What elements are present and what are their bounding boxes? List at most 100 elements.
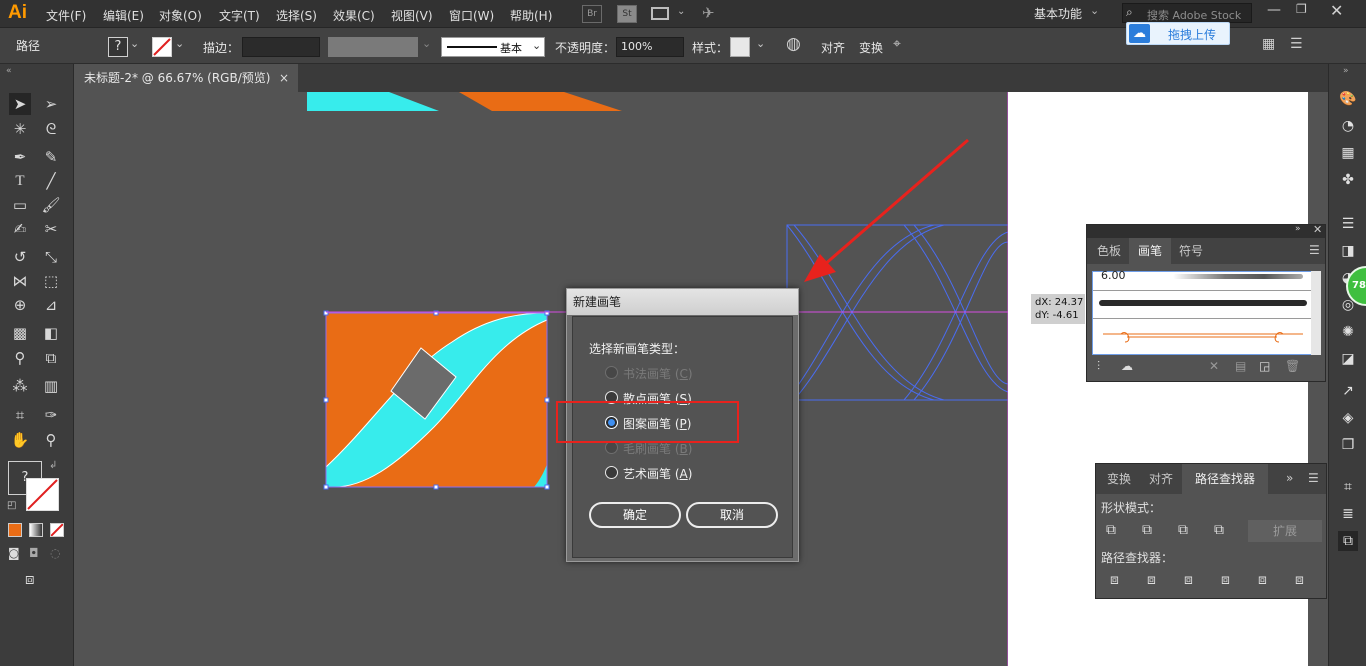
gradient-mode-icon[interactable]	[29, 523, 43, 537]
chevron-down-icon[interactable]: ⌄	[422, 37, 431, 50]
lasso-tool-icon[interactable]: ᘓ	[40, 118, 62, 140]
perspective-grid-tool-icon[interactable]: ⊿	[40, 294, 62, 316]
arrange-icon[interactable]: ▦	[1262, 36, 1275, 52]
pen-tool-icon[interactable]: ✒	[9, 146, 31, 168]
artboard-tool-icon[interactable]: ⌗	[9, 404, 31, 426]
collapse-icon[interactable]: »	[1343, 66, 1349, 76]
brush-options-icon[interactable]: ▤	[1235, 359, 1246, 373]
artboards-panel-icon[interactable]: ❐	[1338, 435, 1358, 455]
magic-wand-tool-icon[interactable]: ✳	[9, 118, 31, 140]
workspace-switcher[interactable]: 基本功能	[1034, 5, 1082, 22]
gpu-performance-icon[interactable]: ✈	[702, 4, 724, 24]
panel-menu-icon[interactable]: ☰	[1309, 243, 1320, 257]
restore-icon[interactable]: ❐	[1296, 2, 1307, 16]
tab-pathfinder[interactable]: 路径查找器	[1182, 464, 1268, 494]
menu-type[interactable]: 文字(T)	[219, 7, 260, 24]
layers-panel-icon[interactable]: ◈	[1338, 408, 1358, 428]
tab-swatches[interactable]: 色板	[1089, 238, 1129, 264]
remove-stroke-icon[interactable]: ✕	[1209, 359, 1219, 373]
intersect-icon[interactable]: ⧉	[1178, 522, 1188, 538]
close-icon[interactable]: ✕	[1330, 1, 1343, 20]
direct-selection-tool-icon[interactable]: ➢	[40, 93, 62, 115]
new-brush-icon[interactable]: ◲	[1259, 359, 1270, 373]
arrange-documents-icon[interactable]	[651, 7, 669, 20]
outline-icon[interactable]: ⧈	[1258, 572, 1267, 588]
ok-button[interactable]: 确定	[589, 502, 681, 528]
column-graph-tool-icon[interactable]: ▥	[40, 375, 62, 397]
opacity-input[interactable]: 100%	[616, 37, 684, 57]
trim-icon[interactable]: ⧈	[1147, 572, 1156, 588]
menu-edit[interactable]: 编辑(E)	[103, 7, 144, 24]
none-mode-icon[interactable]	[50, 523, 64, 537]
menu-window[interactable]: 窗口(W)	[449, 7, 494, 24]
symbol-sprayer-tool-icon[interactable]: ⁂	[9, 375, 31, 397]
menu-effect[interactable]: 效果(C)	[333, 7, 375, 24]
hand-tool-icon[interactable]: ✋	[9, 429, 31, 451]
tab-symbols[interactable]: 符号	[1171, 238, 1211, 264]
panel-menu-icon[interactable]: ☰	[1308, 471, 1319, 485]
transform-link[interactable]: 变换	[859, 39, 883, 56]
fill-swatch[interactable]: ?	[108, 37, 128, 57]
merge-icon[interactable]: ⧈	[1184, 572, 1193, 588]
transform-panel-icon[interactable]: ⌗	[1338, 477, 1358, 497]
minus-back-icon[interactable]: ⧈	[1295, 572, 1304, 588]
color-guide-icon[interactable]: ◔	[1338, 116, 1358, 136]
brush-definition-select[interactable]: 基本 ⌄	[441, 37, 545, 57]
cancel-button[interactable]: 取消	[686, 502, 778, 528]
eyedropper-tool-icon[interactable]: ⚲	[9, 347, 31, 369]
color-panel-icon[interactable]: 🎨	[1338, 89, 1358, 109]
align-panel-icon[interactable]: ≣	[1338, 504, 1358, 524]
tab-transform[interactable]: 变换	[1098, 464, 1140, 494]
menu-object[interactable]: 对象(O)	[159, 7, 202, 24]
chevron-down-icon[interactable]: ⌄	[677, 6, 685, 17]
free-transform-tool-icon[interactable]: ⬚	[40, 270, 62, 292]
divide-icon[interactable]: ⧈	[1110, 572, 1119, 588]
minus-front-icon[interactable]: ⧉	[1142, 522, 1152, 538]
document-tab[interactable]: 未标题-2* @ 66.67% (RGB/预览) ×	[74, 64, 298, 92]
delete-brush-icon[interactable]: 🗑	[1285, 359, 1300, 373]
selection-tool-icon[interactable]: ➤	[9, 93, 31, 115]
rectangle-tool-icon[interactable]: ▭	[9, 194, 31, 216]
close-tab-icon[interactable]: ×	[279, 64, 289, 92]
stock-search-input[interactable]: ⌕ 搜索 Adobe Stock	[1122, 3, 1252, 23]
stroke-panel-icon[interactable]: ☰	[1338, 214, 1358, 234]
pattern-tile[interactable]	[323, 310, 550, 490]
export-icon[interactable]: ↗	[1338, 381, 1358, 401]
minimize-icon[interactable]: —	[1267, 2, 1281, 18]
brush-libraries-icon[interactable]: ⫶	[1097, 359, 1100, 374]
symbols-panel-icon[interactable]: ✤	[1338, 170, 1358, 190]
isolate-icon[interactable]: ⌖	[893, 36, 901, 52]
panel-expand-icon[interactable]: »	[1286, 471, 1293, 485]
shape-builder-tool-icon[interactable]: ⊕	[9, 294, 31, 316]
graphic-style-swatch[interactable]	[730, 37, 750, 57]
stroke-color-swatch[interactable]	[26, 478, 59, 511]
tab-align[interactable]: 对齐	[1140, 464, 1182, 494]
image-trace-icon[interactable]: ◪	[1338, 349, 1358, 369]
unite-icon[interactable]: ⧉	[1106, 522, 1116, 538]
brush-list[interactable]: 6.00	[1092, 269, 1321, 355]
charcoal-brush-preview[interactable]	[1099, 300, 1307, 306]
color-mode-icon[interactable]	[8, 523, 22, 537]
draw-behind-icon[interactable]: ◘	[29, 546, 39, 560]
stroke-weight-input[interactable]	[242, 37, 320, 57]
screen-mode-icon[interactable]: ⧈	[25, 570, 35, 588]
zoom-tool-icon[interactable]: ⚲	[40, 429, 62, 451]
pattern-brush-preview[interactable]	[1097, 324, 1309, 346]
collapse-icon[interactable]: »	[1295, 224, 1301, 234]
align-link[interactable]: 对齐	[821, 39, 845, 56]
swap-colors-icon[interactable]: ↲	[49, 460, 57, 471]
stock-icon[interactable]: St	[617, 5, 637, 23]
close-icon[interactable]: ✕	[1313, 223, 1322, 236]
brush-list-scrollbar[interactable]	[1311, 271, 1321, 355]
expand-button[interactable]: 扩展	[1248, 520, 1322, 542]
upload-badge[interactable]: ☁ 拖拽上传	[1126, 22, 1230, 45]
recolor-artwork-icon[interactable]: ◍	[786, 34, 801, 54]
panel-menu-icon[interactable]: ☰	[1290, 36, 1303, 52]
exclude-icon[interactable]: ⧉	[1214, 522, 1224, 538]
draw-normal-icon[interactable]: ◙	[8, 546, 20, 560]
stroke-swatch[interactable]	[152, 37, 172, 57]
collapse-icon[interactable]: «	[6, 66, 12, 76]
menu-view[interactable]: 视图(V)	[391, 7, 433, 24]
width-tool-icon[interactable]: ⋈	[9, 270, 31, 292]
shaper-tool-icon[interactable]: ✍	[9, 218, 31, 240]
